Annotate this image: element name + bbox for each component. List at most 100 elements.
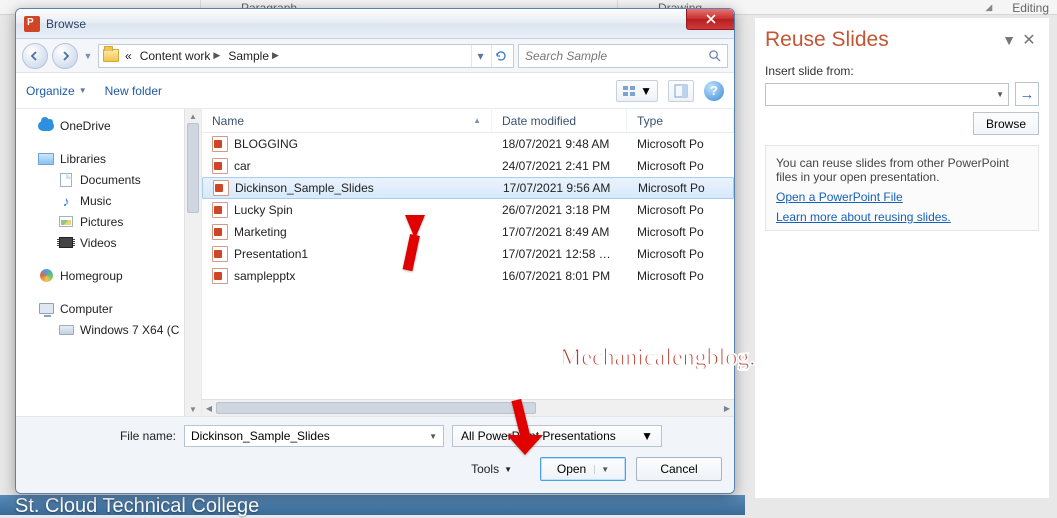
tree-documents[interactable]: Documents — [18, 169, 199, 190]
address-bar[interactable]: « Content work▶ Sample▶ ▾ — [98, 44, 514, 68]
ppt-file-icon — [212, 268, 228, 284]
cloud-icon — [38, 121, 54, 131]
file-row[interactable]: samplepptx16/07/2021 8:01 PMMicrosoft Po — [202, 265, 734, 287]
view-menu[interactable]: ▼ — [616, 80, 658, 102]
arrow-right-icon: → — [1020, 86, 1035, 103]
ppt-file-icon — [212, 136, 228, 152]
cancel-label: Cancel — [660, 462, 697, 476]
refresh-button[interactable] — [491, 45, 509, 67]
pane-close-button[interactable]: ✕ — [1019, 30, 1039, 50]
history-dropdown[interactable]: ▼ — [82, 51, 94, 61]
help-icon: ? — [710, 83, 718, 98]
file-date: 24/07/2021 2:41 PM — [492, 159, 627, 173]
open-powerpoint-file-link[interactable]: Open a PowerPoint File — [776, 190, 1028, 204]
preview-pane-button[interactable] — [668, 80, 694, 102]
file-row[interactable]: Lucky Spin26/07/2021 3:18 PMMicrosoft Po — [202, 199, 734, 221]
file-row[interactable]: Marketing17/07/2021 8:49 AMMicrosoft Po — [202, 221, 734, 243]
col-type-header[interactable]: Type — [627, 109, 734, 132]
help-button[interactable]: ? — [704, 81, 724, 101]
forward-button[interactable] — [52, 43, 78, 69]
filter-label: All PowerPoint Presentations — [461, 429, 616, 443]
open-split-dropdown[interactable]: ▼ — [594, 465, 609, 474]
tree-label: Computer — [60, 302, 113, 316]
go-button[interactable]: → — [1015, 82, 1039, 106]
tools-label: Tools — [471, 462, 499, 476]
arrow-left-icon — [29, 50, 41, 62]
refresh-icon — [495, 50, 507, 62]
chevron-right-icon: ▶ — [213, 50, 220, 61]
dialog-titlebar[interactable]: Browse — [16, 9, 734, 39]
chevron-down-icon: ▼ — [641, 429, 653, 443]
filename-value: Dickinson_Sample_Slides — [191, 429, 330, 443]
view-icon — [622, 84, 636, 98]
scroll-left-icon[interactable]: ◀ — [202, 400, 216, 416]
new-folder-button[interactable]: New folder — [105, 84, 162, 98]
file-name: samplepptx — [234, 269, 295, 283]
background-slide-title: St. Cloud Technical College — [0, 495, 745, 515]
file-name: Dickinson_Sample_Slides — [235, 181, 374, 195]
insert-from-combobox[interactable]: ▼ — [765, 83, 1009, 106]
chevron-down-icon: ▼ — [996, 90, 1004, 99]
chevron-right-icon: ▶ — [272, 50, 279, 61]
reuse-info-text: You can reuse slides from other PowerPoi… — [776, 156, 1028, 184]
filename-label: File name: — [28, 429, 176, 443]
scroll-thumb[interactable] — [216, 402, 536, 414]
tree-homegroup[interactable]: Homegroup — [18, 265, 199, 286]
search-input[interactable]: Search Sample — [518, 44, 728, 68]
tree-libraries[interactable]: Libraries — [18, 148, 199, 169]
reuse-info-box: You can reuse slides from other PowerPoi… — [765, 145, 1039, 231]
file-name: Marketing — [234, 225, 287, 239]
file-date: 18/07/2021 9:48 AM — [492, 137, 627, 151]
tree-drive-c[interactable]: Windows 7 X64 (C — [18, 319, 199, 340]
file-type: Microsoft Po — [627, 247, 734, 261]
tree-pictures[interactable]: Pictures — [18, 211, 199, 232]
tree-computer[interactable]: Computer — [18, 298, 199, 319]
tree-videos[interactable]: Videos — [18, 232, 199, 253]
libraries-icon — [38, 153, 54, 165]
file-row[interactable]: Dickinson_Sample_Slides17/07/2021 9:56 A… — [202, 177, 734, 199]
col-date-header[interactable]: Date modified — [492, 109, 627, 132]
tree-label: Windows 7 X64 (C — [80, 323, 179, 337]
music-icon: ♪ — [58, 193, 74, 209]
tree-label: Homegroup — [60, 269, 123, 283]
scroll-up-icon[interactable]: ▲ — [185, 109, 201, 123]
file-type: Microsoft Po — [628, 181, 733, 195]
chevron-down-icon: ▼ — [79, 86, 87, 95]
breadcrumb-sample[interactable]: Sample▶ — [226, 49, 281, 63]
scroll-thumb[interactable] — [187, 123, 199, 213]
organize-menu[interactable]: Organize▼ — [26, 84, 87, 98]
back-button[interactable] — [22, 43, 48, 69]
file-date: 17/07/2021 12:58 … — [492, 247, 627, 261]
tools-menu[interactable]: Tools▼ — [471, 462, 512, 476]
col-name-header[interactable]: Name▲ — [202, 109, 492, 132]
tree-label: Videos — [80, 236, 116, 250]
breadcrumb-prefix[interactable]: « — [123, 49, 134, 63]
file-row[interactable]: car24/07/2021 2:41 PMMicrosoft Po — [202, 155, 734, 177]
chevron-down-icon: ▼ — [429, 432, 437, 441]
address-dropdown[interactable]: ▾ — [471, 45, 489, 67]
cancel-button[interactable]: Cancel — [636, 457, 722, 481]
file-row[interactable]: Presentation117/07/2021 12:58 …Microsoft… — [202, 243, 734, 265]
learn-more-link[interactable]: Learn more about reusing slides. — [776, 210, 1028, 224]
ppt-file-icon — [213, 180, 229, 196]
scroll-down-icon[interactable]: ▼ — [185, 402, 201, 416]
tree-scrollbar[interactable]: ▲ ▼ — [184, 109, 201, 416]
breadcrumb-label: Sample — [228, 49, 269, 63]
col-label: Date modified — [502, 114, 576, 128]
tree-onedrive[interactable]: OneDrive — [18, 115, 199, 136]
file-hscrollbar[interactable]: ◀ ▶ — [202, 399, 734, 416]
pane-options-button[interactable]: ▼ — [999, 32, 1019, 48]
tree-music[interactable]: ♪Music — [18, 190, 199, 211]
breadcrumb-content-work[interactable]: Content work▶ — [138, 49, 223, 63]
drive-icon — [59, 325, 74, 335]
file-date: 16/07/2021 8:01 PM — [492, 269, 627, 283]
file-row[interactable]: BLOGGING18/07/2021 9:48 AMMicrosoft Po — [202, 133, 734, 155]
reuse-slides-pane: Reuse Slides ▼ ✕ Insert slide from: ▼ → … — [755, 18, 1049, 498]
open-button[interactable]: Open▼ — [540, 457, 626, 481]
browse-button[interactable]: Browse — [973, 112, 1039, 135]
file-filter-combobox[interactable]: All PowerPoint Presentations ▼ — [452, 425, 662, 447]
scroll-right-icon[interactable]: ▶ — [720, 400, 734, 416]
ppt-file-icon — [212, 202, 228, 218]
filename-combobox[interactable]: Dickinson_Sample_Slides ▼ — [184, 425, 444, 447]
close-button[interactable] — [686, 9, 734, 30]
